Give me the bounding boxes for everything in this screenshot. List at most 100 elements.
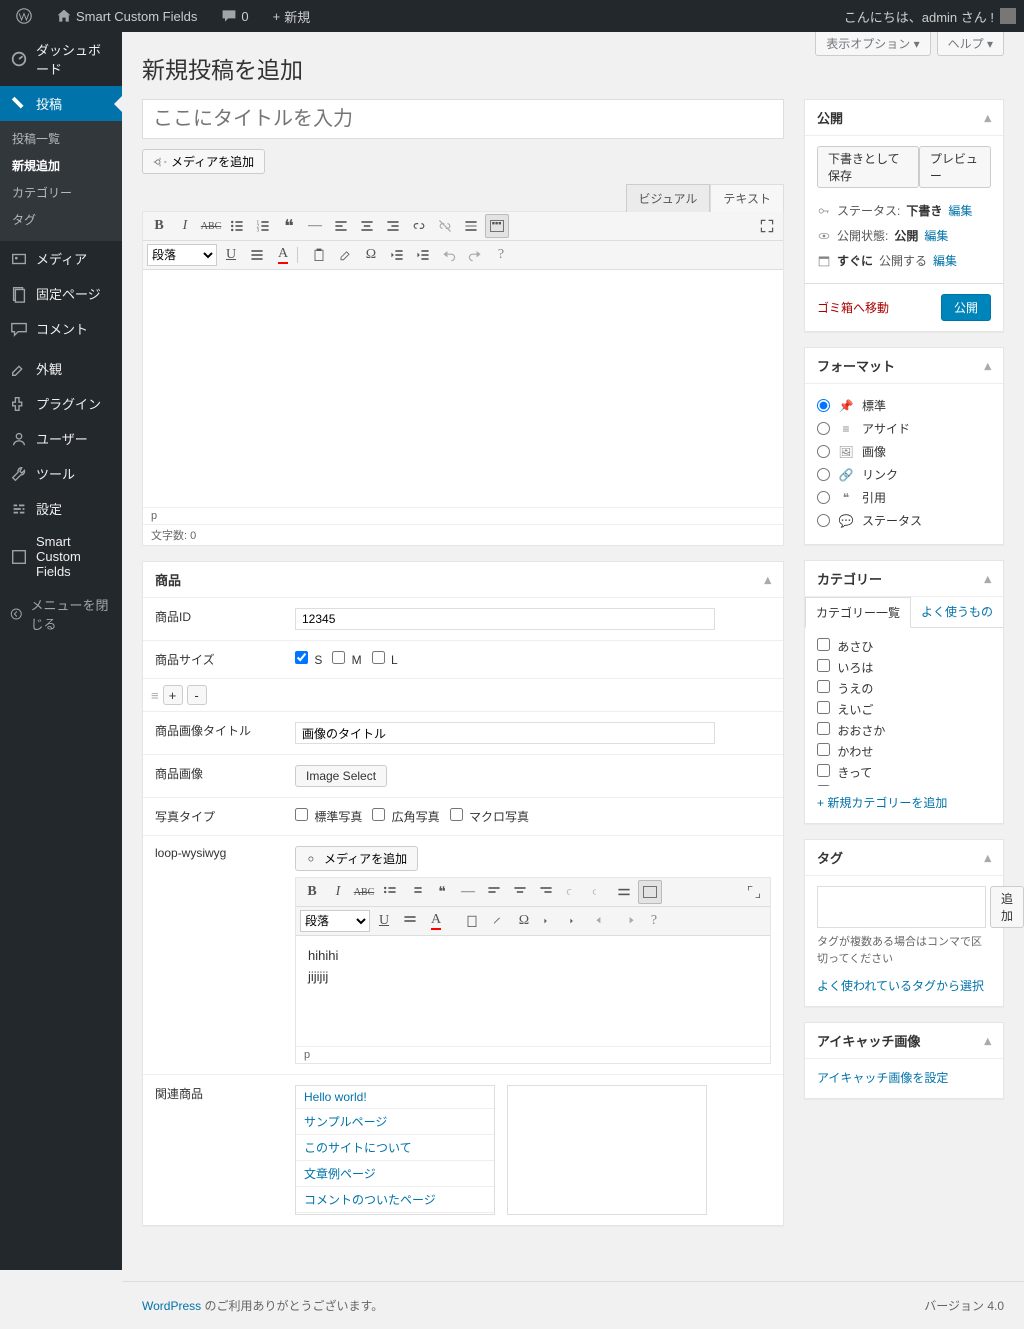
charmap-icon[interactable]: Ω	[512, 909, 536, 933]
unlink-icon[interactable]	[586, 880, 610, 904]
textcolor-icon[interactable]: A	[424, 909, 448, 933]
submenu-posts-cat[interactable]: カテゴリー	[0, 179, 122, 206]
format-select[interactable]: 段落	[300, 910, 370, 932]
photo-type-option[interactable]: 標準写真	[295, 810, 362, 824]
help-icon[interactable]: ?	[642, 909, 666, 933]
toggle-icon[interactable]: ▴	[984, 110, 991, 126]
align-center-icon[interactable]	[355, 214, 379, 238]
related-item[interactable]: コメントが無効化された固定ページ	[296, 1213, 494, 1215]
related-item[interactable]: 文章例ページ	[296, 1161, 494, 1187]
justify-icon[interactable]	[398, 909, 422, 933]
paste-icon[interactable]	[307, 243, 331, 267]
clear-icon[interactable]	[486, 909, 510, 933]
toggle-icon[interactable]: ▴	[984, 571, 991, 587]
fullscreen-icon[interactable]	[755, 214, 779, 238]
save-draft-button[interactable]: 下書きとして保存	[817, 146, 919, 188]
add-row-button[interactable]: +	[163, 685, 183, 705]
align-center-icon[interactable]	[508, 880, 532, 904]
quote-icon[interactable]: ❝	[430, 880, 454, 904]
menu-media[interactable]: メディア	[0, 241, 122, 276]
category-item[interactable]: うえの	[817, 678, 991, 699]
submenu-posts-all[interactable]: 投稿一覧	[0, 125, 122, 152]
size-option[interactable]: M	[332, 653, 361, 667]
category-item[interactable]: かわせ	[817, 741, 991, 762]
product-id-input[interactable]	[295, 608, 715, 630]
format-option[interactable]: 💬 ステータス	[817, 509, 991, 532]
strike-icon[interactable]: ABC	[199, 214, 223, 238]
menu-settings[interactable]: 設定	[0, 491, 122, 526]
format-option[interactable]: 📌 標準	[817, 394, 991, 417]
indent-icon[interactable]	[411, 243, 435, 267]
italic-icon[interactable]: I	[326, 880, 350, 904]
toggle-icon[interactable]: ▴	[984, 850, 991, 866]
menu-plugins[interactable]: プラグイン	[0, 386, 122, 421]
image-select-button[interactable]: Image Select	[295, 765, 387, 787]
more-icon[interactable]	[612, 880, 636, 904]
screen-options-button[interactable]: 表示オプション ▾	[815, 32, 930, 56]
ul-icon[interactable]	[225, 214, 249, 238]
link-icon[interactable]	[560, 880, 584, 904]
menu-scf[interactable]: Smart Custom Fields	[0, 526, 122, 587]
toolbar-toggle-icon[interactable]	[485, 214, 509, 238]
post-title-input[interactable]	[142, 99, 784, 139]
outdent-icon[interactable]	[538, 909, 562, 933]
related-item[interactable]: サンプルページ	[296, 1109, 494, 1135]
size-option[interactable]: L	[372, 653, 398, 667]
add-media-button[interactable]: メディアを追加	[142, 149, 265, 174]
align-left-icon[interactable]	[482, 880, 506, 904]
cat-tab-all[interactable]: カテゴリー一覧	[805, 597, 911, 628]
fullscreen-icon[interactable]	[742, 880, 766, 904]
format-option[interactable]: 🖼 画像	[817, 440, 991, 463]
redo-icon[interactable]	[463, 243, 487, 267]
more-icon[interactable]	[459, 214, 483, 238]
category-item[interactable]: くらぶ	[817, 783, 991, 786]
undo-icon[interactable]	[437, 243, 461, 267]
toggle-icon[interactable]: ▴	[984, 358, 991, 374]
photo-type-option[interactable]: 広角写真	[372, 810, 439, 824]
loop-editor-body[interactable]: hihihijijijij	[296, 936, 770, 1046]
menu-users[interactable]: ユーザー	[0, 421, 122, 456]
help-icon[interactable]: ?	[489, 243, 513, 267]
img-title-input[interactable]	[295, 722, 715, 744]
submenu-posts-tag[interactable]: タグ	[0, 206, 122, 233]
editor-body[interactable]	[143, 270, 783, 507]
hr-icon[interactable]: —	[456, 880, 480, 904]
paste-icon[interactable]	[460, 909, 484, 933]
add-tag-button[interactable]: 追加	[990, 886, 1024, 928]
textcolor-icon[interactable]: A	[271, 243, 295, 267]
underline-icon[interactable]: U	[219, 243, 243, 267]
category-item[interactable]: あさひ	[817, 636, 991, 657]
submenu-posts-new[interactable]: 新規追加	[0, 152, 122, 179]
clear-icon[interactable]	[333, 243, 357, 267]
preview-button[interactable]: プレビュー	[919, 146, 991, 188]
new-content[interactable]: +新規	[265, 0, 319, 32]
redo-icon[interactable]	[616, 909, 640, 933]
publish-button[interactable]: 公開	[941, 294, 991, 321]
menu-appearance[interactable]: 外観	[0, 351, 122, 386]
category-item[interactable]: えいご	[817, 699, 991, 720]
photo-type-option[interactable]: マクロ写真	[450, 810, 529, 824]
drag-handle-icon[interactable]: ≡	[151, 688, 159, 703]
format-option[interactable]: ❝ 引用	[817, 486, 991, 509]
category-item[interactable]: きって	[817, 762, 991, 783]
indent-icon[interactable]	[564, 909, 588, 933]
set-thumbnail-link[interactable]: アイキャッチ画像を設定	[817, 1071, 948, 1085]
toggle-icon[interactable]: ▴	[764, 572, 771, 588]
format-option[interactable]: ≡ アサイド	[817, 417, 991, 440]
related-target-list[interactable]	[507, 1085, 707, 1215]
edit-schedule-link[interactable]: 編集	[933, 252, 957, 269]
align-right-icon[interactable]	[534, 880, 558, 904]
undo-icon[interactable]	[590, 909, 614, 933]
comments-count[interactable]: 0	[213, 0, 256, 32]
outdent-icon[interactable]	[385, 243, 409, 267]
edit-status-link[interactable]: 編集	[948, 202, 972, 219]
justify-icon[interactable]	[245, 243, 269, 267]
category-item[interactable]: いろは	[817, 657, 991, 678]
site-name[interactable]: Smart Custom Fields	[48, 0, 205, 32]
link-icon[interactable]	[407, 214, 431, 238]
bold-icon[interactable]: B	[147, 214, 171, 238]
related-item[interactable]: このサイトについて	[296, 1135, 494, 1161]
wordpress-link[interactable]: WordPress	[142, 1299, 201, 1313]
menu-comments[interactable]: コメント	[0, 311, 122, 346]
greeting[interactable]: こんにちは、admin さん !	[844, 7, 994, 26]
